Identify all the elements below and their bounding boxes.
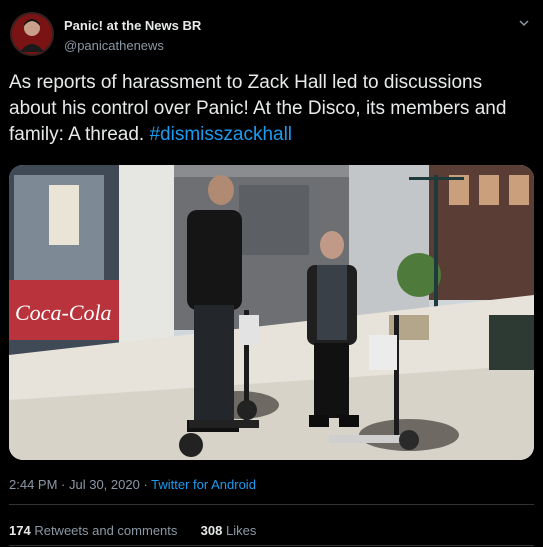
author-display-name[interactable]: Panic! at the News BR: [64, 18, 201, 33]
tweet-date[interactable]: Jul 30, 2020: [69, 477, 140, 492]
likes-label[interactable]: Likes: [226, 523, 256, 538]
divider: [9, 545, 534, 546]
hashtag-link[interactable]: #dismisszackhall: [149, 124, 292, 145]
coca-cola-sign: Coca-Cola: [15, 300, 112, 325]
meta-separator: ·: [139, 477, 152, 492]
tweet-photo[interactable]: Coca-Cola: [9, 165, 534, 460]
author-handle[interactable]: @panicathenews: [64, 38, 164, 53]
tweet-card: Panic! at the News BR @panicathenews As …: [0, 0, 543, 547]
photo-illustration: Coca-Cola: [9, 165, 534, 460]
tweet-text: As reports of harassment to Zack Hall le…: [9, 70, 534, 148]
chevron-down-icon[interactable]: [517, 16, 531, 30]
retweets-count[interactable]: 174: [9, 523, 31, 538]
tweet-header: Panic! at the News BR @panicathenews: [10, 10, 533, 60]
avatar[interactable]: [10, 12, 54, 56]
tweet-meta: 2:44 PM · Jul 30, 2020 · Twitter for And…: [9, 477, 256, 492]
retweets-label[interactable]: Retweets and comments: [34, 523, 177, 538]
divider: [9, 504, 534, 505]
tweet-stats: 174 Retweets and comments 308 Likes: [9, 523, 256, 538]
meta-separator: ·: [57, 477, 69, 492]
tweet-time[interactable]: 2:44 PM: [9, 477, 57, 492]
tweet-source-link[interactable]: Twitter for Android: [151, 477, 256, 492]
likes-count[interactable]: 308: [201, 523, 223, 538]
